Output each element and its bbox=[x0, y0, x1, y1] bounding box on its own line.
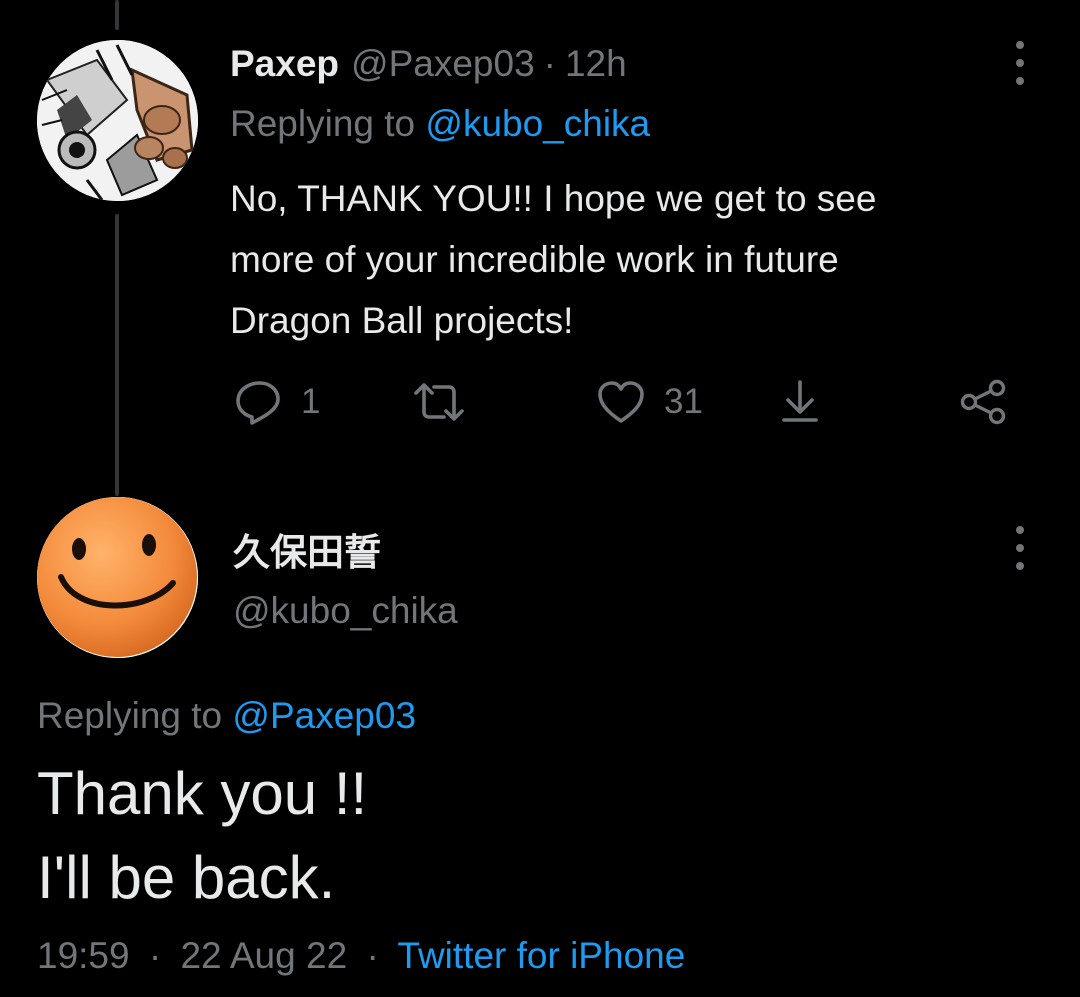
parent-tweet-text-line: Dragon Ball projects! bbox=[230, 300, 574, 341]
main-author-name[interactable]: 久保田誓 bbox=[233, 522, 381, 576]
tweet-meta: 19:59 · 22 Aug 22 · Twitter for iPhone bbox=[37, 935, 685, 977]
smiley-ball-image bbox=[37, 497, 198, 658]
parent-tweet-age[interactable]: 12h bbox=[565, 43, 627, 85]
parent-tweet-text-line: No, THANK YOU!! I hope we get to see bbox=[230, 178, 877, 219]
replying-prefix: Replying to bbox=[230, 103, 416, 144]
tweet-source-link[interactable]: Twitter for iPhone bbox=[397, 935, 685, 976]
tweet-time[interactable]: 19:59 bbox=[37, 935, 130, 976]
replying-mention-link[interactable]: @Paxep03 bbox=[232, 695, 416, 736]
thread-connector bbox=[115, 214, 119, 496]
meta-separator: · bbox=[148, 935, 162, 976]
share-icon bbox=[960, 379, 1006, 425]
more-vertical-icon[interactable] bbox=[1014, 41, 1026, 85]
share-button[interactable] bbox=[958, 376, 1008, 428]
main-replying-to: Replying to @Paxep03 bbox=[37, 695, 416, 737]
header-separator: · bbox=[543, 43, 556, 84]
like-count: 31 bbox=[664, 382, 703, 421]
thread-connector-top bbox=[115, 0, 119, 30]
retweet-icon bbox=[414, 383, 464, 421]
parent-tweet-header: Paxep @Paxep03 · 12h bbox=[230, 40, 627, 88]
main-tweet-text-line: I'll be back. bbox=[37, 844, 336, 911]
main-tweet-text: Thank you !! I'll be back. bbox=[37, 752, 367, 920]
download-icon bbox=[782, 380, 818, 422]
like-button[interactable]: 31 bbox=[596, 376, 703, 428]
reply-count: 1 bbox=[301, 382, 321, 421]
tweet-date[interactable]: 22 Aug 22 bbox=[180, 935, 347, 976]
replying-mention-link[interactable]: @kubo_chika bbox=[425, 103, 650, 144]
manga-artwork-image bbox=[37, 40, 198, 201]
download-button[interactable] bbox=[776, 376, 824, 428]
main-tweet-text-line: Thank you !! bbox=[37, 760, 368, 827]
more-vertical-icon[interactable] bbox=[1014, 526, 1026, 570]
parent-author-name[interactable]: Paxep bbox=[230, 43, 339, 85]
main-author-handle[interactable]: @kubo_chika bbox=[233, 590, 458, 632]
replying-prefix: Replying to bbox=[37, 695, 223, 736]
parent-tweet-text-line: more of your incredible work in future bbox=[230, 239, 839, 280]
paxep-avatar[interactable] bbox=[37, 40, 198, 201]
reply-button[interactable]: 1 bbox=[233, 376, 320, 428]
kubo-avatar[interactable] bbox=[37, 497, 198, 658]
parent-author-handle[interactable]: @Paxep03 bbox=[351, 43, 535, 85]
meta-separator: · bbox=[366, 935, 379, 976]
reply-icon bbox=[236, 381, 280, 425]
parent-replying-to: Replying to @kubo_chika bbox=[230, 103, 650, 145]
parent-tweet-text: No, THANK YOU!! I hope we get to see mor… bbox=[230, 168, 1030, 351]
retweet-button[interactable] bbox=[412, 376, 466, 428]
heart-icon bbox=[598, 381, 644, 423]
